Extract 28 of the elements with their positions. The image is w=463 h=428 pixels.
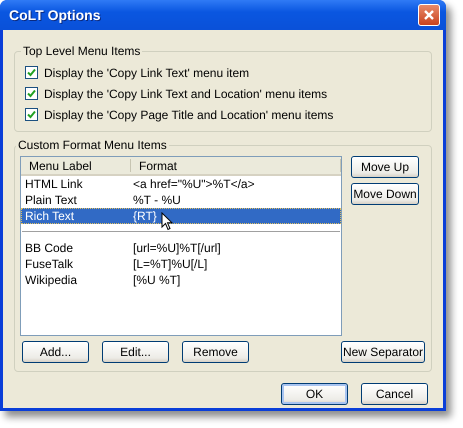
column-header[interactable]: Menu Label bbox=[21, 159, 131, 172]
list-action-button[interactable]: Add... bbox=[22, 341, 89, 363]
checkbox[interactable] bbox=[25, 87, 38, 100]
checkbox-label: Display the 'Copy Page Title and Location' menu items bbox=[44, 108, 334, 122]
mouse-pointer-icon bbox=[161, 212, 173, 231]
separator-line[interactable] bbox=[22, 231, 340, 233]
checkbox-label: Display the 'Copy Link Text' menu item bbox=[44, 66, 250, 80]
group-title: Top Level Menu Items bbox=[22, 44, 142, 58]
window-title: CoLT Options bbox=[9, 7, 100, 23]
move-button[interactable]: Move Down bbox=[351, 183, 419, 205]
column-header[interactable]: Format bbox=[131, 159, 341, 172]
checkbox[interactable] bbox=[25, 66, 38, 79]
checkbox-label: Display the 'Copy Link Text and Location' menu items bbox=[44, 86, 328, 100]
list-row[interactable]: Plain Text %T - %U bbox=[21, 192, 341, 208]
list-row[interactable]: FuseTalk [L=%T]%U[/L] bbox=[21, 256, 341, 272]
list-row[interactable]: HTML Link <a href="%U">%T</a> bbox=[21, 176, 341, 192]
close-icon bbox=[423, 9, 435, 21]
list-row[interactable]: Wikipedia [%U %T] bbox=[21, 272, 341, 288]
close-button[interactable] bbox=[418, 4, 440, 26]
new-separator-button[interactable]: New Separator bbox=[341, 341, 425, 363]
list-row[interactable]: BB Code [url=%U]%T[/url] bbox=[21, 240, 341, 256]
group-title: Custom Format Menu Items bbox=[17, 138, 168, 152]
list-action-button[interactable]: Remove bbox=[182, 341, 249, 363]
dialog-button[interactable]: OK bbox=[281, 383, 348, 405]
move-button[interactable]: Move Up bbox=[351, 156, 419, 178]
dialog-button[interactable]: Cancel bbox=[361, 383, 428, 405]
checkbox[interactable] bbox=[25, 108, 38, 121]
list-action-button[interactable]: Edit... bbox=[102, 341, 169, 363]
